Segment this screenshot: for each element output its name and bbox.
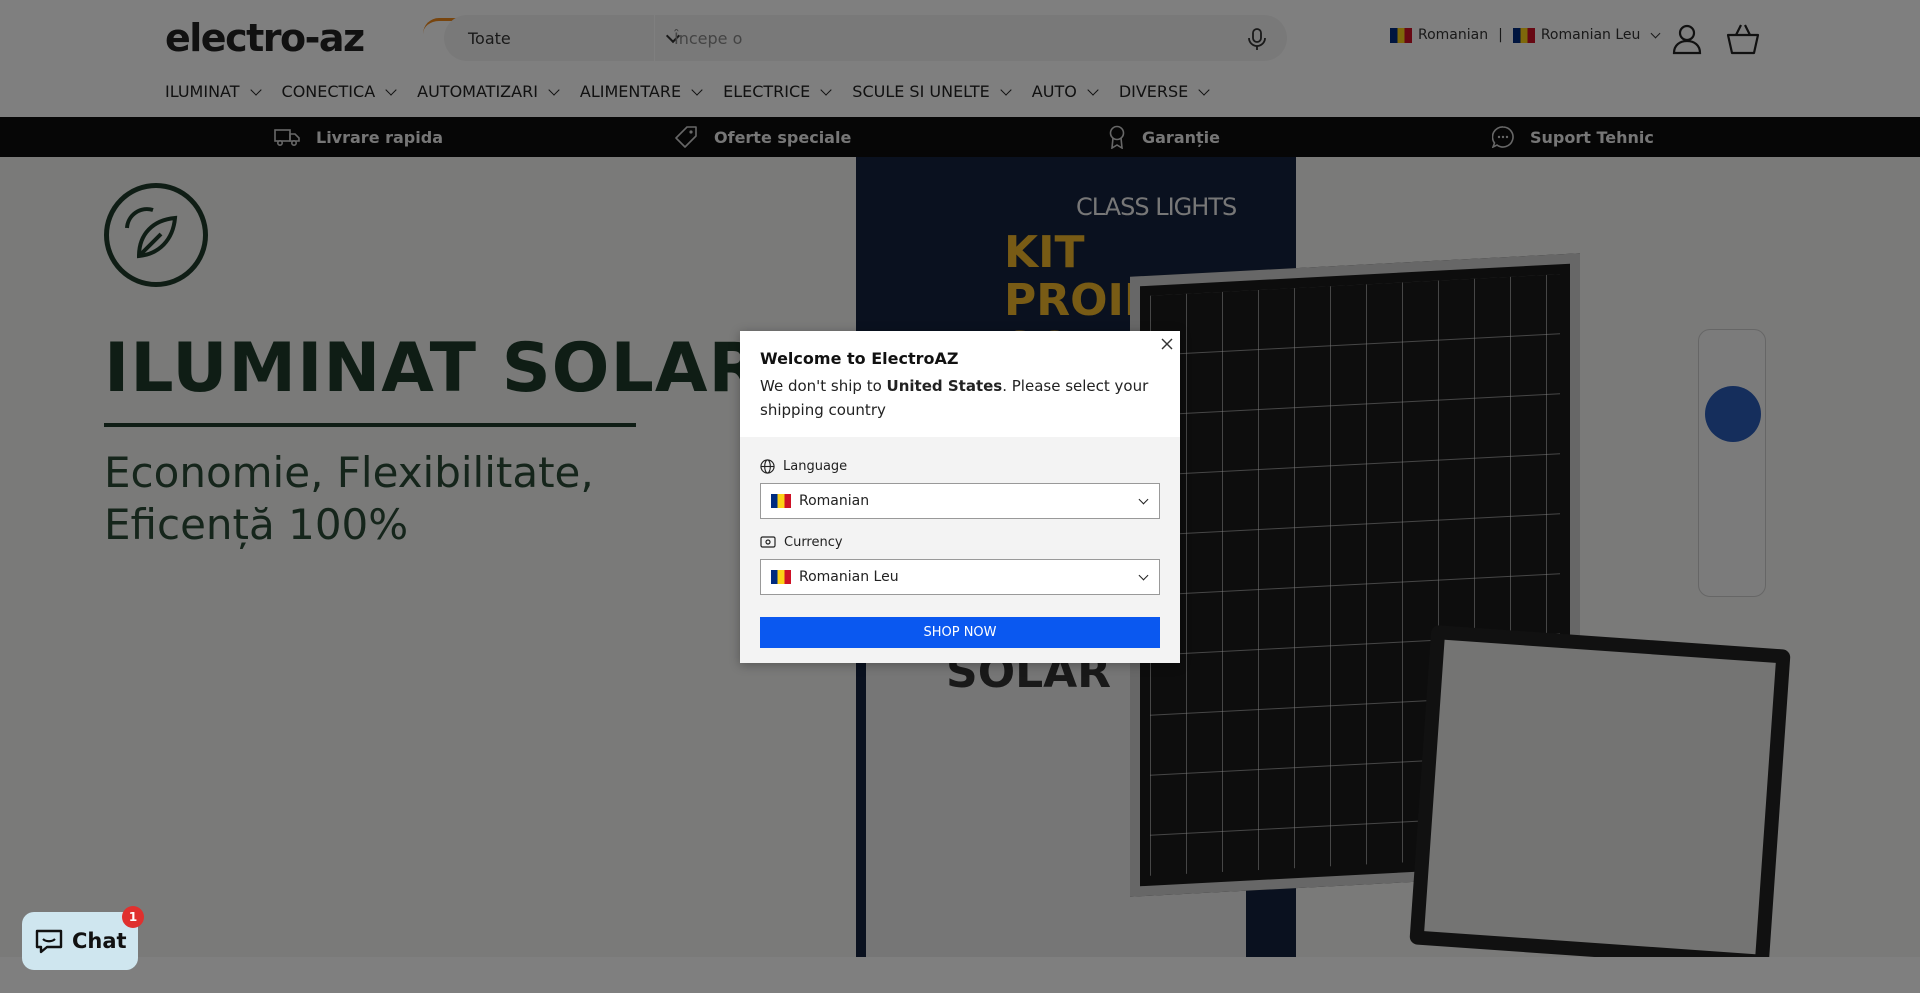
banknote-icon: [760, 536, 776, 548]
country-selector-modal: Welcome to ElectroAZ We don't ship to Un…: [740, 331, 1180, 663]
language-select[interactable]: Romanian: [760, 483, 1160, 519]
romania-flag-icon: [771, 494, 791, 508]
currency-select-value: Romanian Leu: [799, 569, 899, 585]
language-label: Language: [760, 457, 1160, 475]
currency-label-text: Currency: [784, 534, 843, 550]
currency-label: Currency: [760, 533, 1160, 551]
modal-message-country: United States: [886, 377, 1003, 395]
currency-select[interactable]: Romanian Leu: [760, 559, 1160, 595]
chat-label: Chat: [72, 929, 127, 953]
chat-notification-badge: 1: [122, 906, 144, 928]
chevron-down-icon: [1138, 570, 1149, 581]
modal-header: Welcome to ElectroAZ We don't ship to Un…: [740, 331, 1180, 437]
language-label-text: Language: [783, 458, 848, 474]
modal-title: Welcome to ElectroAZ: [760, 349, 959, 368]
modal-message: We don't ship to United States. Please s…: [760, 374, 1160, 422]
chat-button[interactable]: Chat: [22, 912, 138, 970]
romania-flag-icon: [771, 570, 791, 584]
language-select-value: Romanian: [799, 493, 870, 509]
globe-icon: [760, 458, 775, 474]
modal-message-pre: We don't ship to: [760, 377, 887, 395]
chat-icon: [35, 929, 63, 954]
chevron-down-icon: [1138, 494, 1149, 505]
modal-body: Language Romanian Currency Romanian Leu …: [740, 437, 1180, 663]
close-icon[interactable]: [1160, 337, 1174, 351]
shop-now-button[interactable]: SHOP NOW: [760, 617, 1160, 648]
